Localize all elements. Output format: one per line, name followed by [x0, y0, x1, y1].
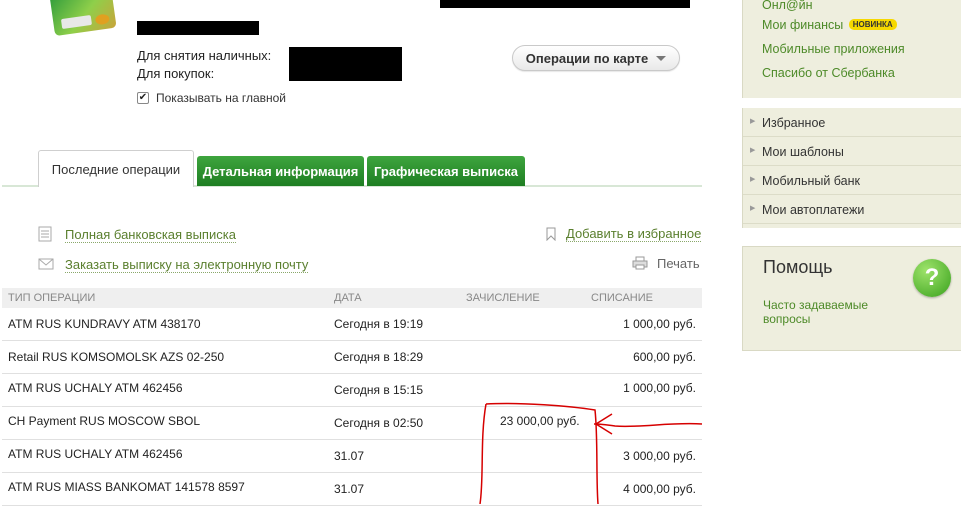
sidebar-link-mobile-apps[interactable]: Мобильные приложения [762, 42, 905, 56]
card-image [49, 0, 117, 37]
redacted-card-name [137, 21, 259, 35]
full-statement-link[interactable]: Полная банковская выписка [65, 227, 236, 243]
show-on-main-label: Показывать на главной [156, 91, 287, 105]
redacted-limits [289, 47, 402, 81]
help-title: Помощь [763, 257, 833, 277]
help-panel: Помощь Часто задаваемые вопросы ? [742, 246, 961, 351]
operation-debit: 1 000,00 руб. [623, 317, 696, 331]
document-icon [38, 226, 52, 245]
check-icon: ✔ [138, 92, 148, 103]
table-row[interactable]: Retail RUS KOMSOMOLSK AZS 02-250 Сегодня… [2, 341, 702, 374]
sidebar-item-label: Мобильный банк [762, 174, 860, 188]
operation-date: Сегодня в 19:19 [334, 317, 424, 331]
operation-date: 31.07 [334, 449, 365, 463]
sidebar-link-online[interactable]: Онл@йн [762, 0, 813, 12]
operation-date: Сегодня в 18:29 [334, 350, 424, 364]
show-on-main-checkbox[interactable]: ✔ [137, 92, 149, 104]
sidebar-item-mobile-bank[interactable]: ▶ Мобильный банк [743, 166, 961, 195]
sidebar-link-my-finances[interactable]: Мои финансы НОВИНКА [762, 18, 897, 32]
email-statement-link[interactable]: Заказать выписку на электронную почту [65, 257, 309, 273]
new-badge: НОВИНКА [848, 19, 897, 30]
tab-label: Последние операции [51, 161, 181, 177]
card-stripe [60, 14, 93, 30]
faq-link[interactable]: Часто задаваемые вопросы [763, 298, 893, 326]
triangle-right-icon: ▶ [750, 118, 756, 125]
purchase-limit-label: Для покупок: [137, 66, 215, 81]
col-date-header: ДАТА [334, 292, 362, 304]
operation-type: ATM RUS UCHALY ATM 462456 [8, 381, 183, 395]
sidebar-item-templates[interactable]: ▶ Мои шаблоны [743, 137, 961, 166]
sidebar-menu: ▶ Избранное ▶ Мои шаблоны ▶ Мобильный ба… [742, 108, 961, 228]
printer-icon [632, 256, 648, 273]
tab-label: Детальная информация [202, 163, 359, 179]
redacted-balance [440, 0, 690, 8]
chevron-down-icon [656, 55, 667, 61]
operation-type: ATM RUS UCHALY ATM 462456 [8, 447, 183, 461]
bookmark-icon [546, 227, 556, 244]
sidebar-link-spasibo[interactable]: Спасибо от Сбербанка [762, 66, 895, 80]
card-logo-icon [94, 13, 110, 26]
operation-type: Retail RUS KOMSOMOLSK AZS 02-250 [8, 350, 225, 364]
col-credit-header: ЗАЧИСЛЕНИЕ [466, 292, 540, 304]
sidebar-item-label: Мои шаблоны [762, 145, 844, 159]
question-glyph: ? [924, 264, 940, 291]
sidebar-item-favorites[interactable]: ▶ Избранное [743, 108, 961, 137]
operation-date: 31.07 [334, 482, 365, 496]
col-debit-header: СПИСАНИЕ [591, 292, 653, 304]
cash-limit-label: Для снятия наличных: [137, 48, 272, 63]
tab-recent-operations[interactable]: Последние операции [38, 150, 194, 187]
card-operations-label: Операции по карте [525, 50, 649, 66]
operation-type: ATM RUS MIASS BANKOMAT 141578 8597 [8, 480, 245, 494]
sidebar-links-panel: Онл@йн Мои финансы НОВИНКА Мобильные при… [742, 0, 961, 98]
sidebar-item-label: Избранное [762, 116, 826, 130]
print-link[interactable]: Печать [657, 256, 700, 271]
operation-date: Сегодня в 02:50 [334, 416, 424, 430]
question-icon[interactable]: ? [913, 259, 951, 297]
card-operations-button[interactable]: Операции по карте [512, 45, 680, 71]
table-row[interactable]: ATM RUS KUNDRAVY ATM 438170 Сегодня в 19… [2, 308, 702, 341]
sidebar-link-label: Мои финансы [762, 18, 844, 32]
operation-type: ATM RUS KUNDRAVY ATM 438170 [8, 317, 201, 331]
col-type-header: ТИП ОПЕРАЦИИ [8, 292, 96, 304]
tab-graphic-statement[interactable]: Графическая выписка [367, 156, 525, 186]
sidebar-item-label: Мои автоплатежи [762, 203, 865, 217]
envelope-icon [38, 258, 54, 273]
operation-debit: 1 000,00 руб. [623, 381, 696, 395]
triangle-right-icon: ▶ [750, 176, 756, 183]
operation-debit: 600,00 руб. [633, 350, 696, 364]
triangle-right-icon: ▶ [750, 205, 756, 212]
annotation-highlight [479, 402, 703, 504]
operations-table-header: ТИП ОПЕРАЦИИ ДАТА ЗАЧИСЛЕНИЕ СПИСАНИЕ [2, 288, 702, 308]
tab-detailed-info[interactable]: Детальная информация [197, 156, 364, 186]
operation-type: CH Payment RUS MOSCOW SBOL [8, 414, 201, 428]
operation-date: Сегодня в 15:15 [334, 383, 424, 397]
sidebar-item-autopayments[interactable]: ▶ Мои автоплатежи [743, 195, 961, 224]
triangle-right-icon: ▶ [750, 147, 756, 154]
add-favorite-link[interactable]: Добавить в избранное [566, 226, 702, 242]
tab-label: Графическая выписка [373, 163, 519, 179]
